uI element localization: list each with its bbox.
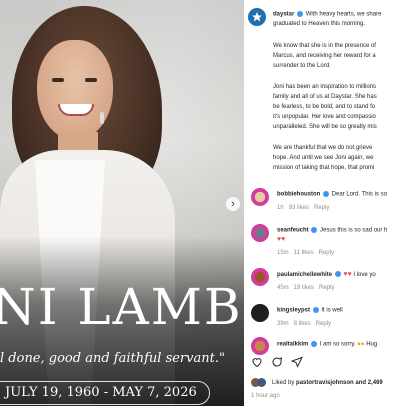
account-username[interactable]: daystar — [273, 12, 294, 18]
avatar[interactable] — [251, 224, 269, 242]
comment-text: bobbiehouston Dear Lord. This is so — [277, 191, 387, 198]
share-icon[interactable] — [291, 356, 303, 368]
verified-icon — [323, 191, 329, 197]
comment-username[interactable]: bobbiehouston — [277, 192, 320, 198]
comment-username[interactable]: realtalkkim — [277, 342, 308, 348]
comment-icon[interactable] — [271, 356, 283, 368]
verified-icon — [334, 271, 341, 278]
comment-meta: 15m 11 likes Reply — [277, 250, 334, 256]
avatar[interactable] — [251, 337, 269, 355]
comment-meta: 45m 19 likes Reply — [277, 285, 335, 291]
comment-username[interactable]: seanfeucht — [277, 228, 309, 234]
instagram-post-view: NI LAMB l done, good and faithful servan… — [0, 0, 406, 406]
heart-icon: ♥♥ — [343, 271, 352, 278]
comment-username[interactable]: paulamichellewhite — [277, 272, 332, 278]
verified-icon — [311, 227, 318, 233]
caption-line: unparalleled. She will be so greatly mis — [273, 124, 377, 130]
comment-text: seanfeucht Jesus this is so sad our h — [277, 227, 388, 234]
avatar[interactable] — [251, 268, 269, 286]
reply-button[interactable]: Reply — [319, 285, 334, 291]
comment-meta: 1h 93 likes Reply — [277, 205, 330, 211]
comments-panel: daystar With heavy hearts, we share grad… — [244, 0, 406, 406]
caption-line: We know that she is in the presence of — [273, 43, 376, 49]
reply-button[interactable]: Reply — [319, 250, 334, 256]
avatar[interactable] — [251, 304, 269, 322]
comment-text: realtalkkim I am so sorry. ●● Hug — [277, 341, 378, 348]
comment-meta: 39m 8 likes Reply — [277, 321, 332, 327]
caption-line: it's unpopular. Her love and compassio — [273, 114, 376, 120]
caption-line: be fearless, to be bold, and to stand fo — [273, 104, 376, 110]
comment-text: paulamichellewhite ♥♥ I love yo — [277, 271, 376, 278]
crying-emoji-icon: ●● — [357, 341, 365, 348]
caption-line: Marcus, and receiving her reward for a — [273, 53, 376, 59]
carousel-next-icon[interactable]: › — [226, 197, 240, 211]
heart-icon[interactable] — [251, 356, 263, 368]
verified-icon — [312, 307, 319, 313]
caption-line: Joni has been an inspiration to millions — [273, 84, 377, 90]
avatar[interactable] — [251, 188, 269, 206]
verified-icon — [311, 341, 318, 347]
comment-username[interactable]: kingsleypst — [277, 308, 310, 314]
memorial-quote: l done, good and faithful servant." — [0, 351, 225, 366]
portrait-face — [37, 40, 113, 140]
heart-icon: ♥♥ — [277, 236, 286, 243]
avatar — [257, 378, 266, 387]
caption-line: hope. And until we see Joni again, we — [273, 155, 374, 161]
memorial-dates: JULY 19, 1960 - MAY 7, 2026 — [0, 381, 210, 405]
star-icon — [252, 12, 262, 22]
reply-button[interactable]: Reply — [314, 205, 329, 211]
post-image[interactable]: NI LAMB l done, good and faithful servan… — [0, 0, 244, 406]
reply-button[interactable]: Reply — [316, 321, 331, 327]
post-timestamp: 1 hour ago — [251, 393, 280, 399]
caption-line: daystar With heavy hearts, we share — [273, 11, 382, 18]
memorial-name: NI LAMB — [0, 278, 243, 336]
caption-line: graduated to Heaven this morning. — [273, 21, 366, 27]
caption-line: We are thankful that we do not grieve — [273, 145, 373, 151]
liked-by: Liked by pastortravisjohnson and 2,469 — [272, 380, 383, 386]
comment-text: kingsleypst It is well — [277, 307, 343, 314]
caption-line: surrender to the Lord. — [273, 63, 331, 69]
caption-line: mission of taking that hope, that promi — [273, 165, 375, 171]
caption-line: family and all of us at Daystar. She has — [273, 94, 377, 100]
verified-icon — [297, 11, 304, 17]
liked-by-user[interactable]: pastortravisjohnson — [296, 380, 354, 386]
